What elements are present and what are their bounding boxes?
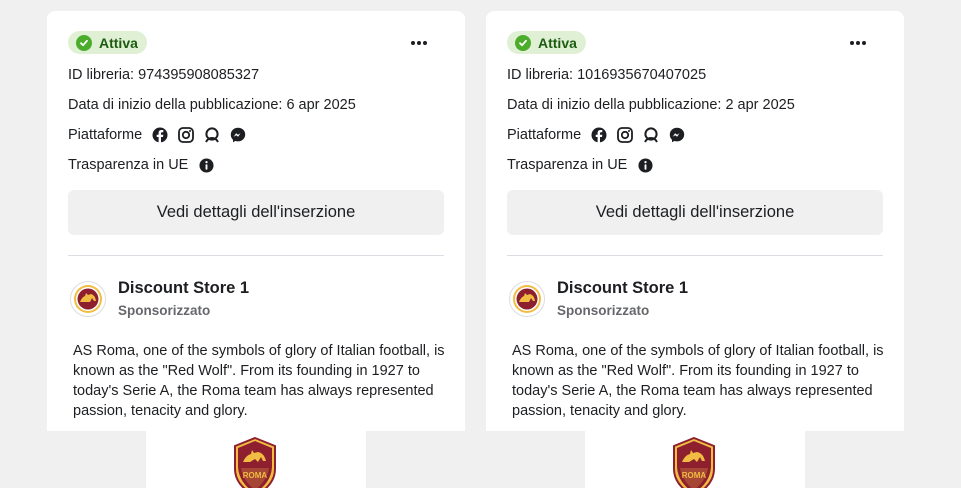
facebook-icon xyxy=(152,127,168,143)
audience-network-icon xyxy=(205,127,220,143)
status-badge: Attiva xyxy=(507,31,586,54)
as-roma-crest: ROMA xyxy=(673,437,715,488)
as-roma-crest: ROMA xyxy=(234,437,276,488)
audience-network-icon xyxy=(644,127,659,143)
eu-transparency-label: Trasparenza in UE xyxy=(68,157,189,173)
info-icon[interactable] xyxy=(638,157,653,173)
divider xyxy=(507,255,883,256)
start-date: Data di inizio della pubblicazione: 2 ap… xyxy=(507,97,795,113)
crest-text: ROMA xyxy=(243,471,268,480)
more-options-icon[interactable] xyxy=(407,31,431,55)
start-date: Data di inizio della pubblicazione: 6 ap… xyxy=(68,97,356,113)
status-row: Attiva xyxy=(68,31,444,55)
messenger-icon xyxy=(230,127,246,143)
status-label: Attiva xyxy=(99,34,138,51)
advertiser-header: Discount Store 1 Sponsorizzato xyxy=(68,277,444,321)
view-ad-details-button[interactable]: Vedi dettagli dell'inserzione xyxy=(68,190,444,235)
more-options-icon[interactable] xyxy=(846,31,870,55)
crest-text: ROMA xyxy=(682,471,707,480)
ad-media[interactable]: ROMA xyxy=(47,431,465,488)
avatar[interactable] xyxy=(70,281,106,317)
view-ad-details-button[interactable]: Vedi dettagli dell'inserzione xyxy=(507,190,883,235)
avatar[interactable] xyxy=(509,281,545,317)
library-id: ID libreria: 974395908085327 xyxy=(68,67,260,83)
facebook-icon xyxy=(591,127,607,143)
sponsored-label: Sponsorizzato xyxy=(118,303,211,318)
info-icon[interactable] xyxy=(199,157,214,173)
status-row: Attiva xyxy=(507,31,883,55)
ad-body-text: AS Roma, one of the symbols of glory of … xyxy=(73,343,445,419)
platforms-label: Piattaforme xyxy=(507,127,582,143)
ad-body-text: AS Roma, one of the symbols of glory of … xyxy=(512,343,884,419)
ad-card: Attiva ID libreria: 1016935670407025 Dat… xyxy=(486,11,904,488)
eu-transparency-label: Trasparenza in UE xyxy=(507,157,628,173)
check-circle-icon xyxy=(76,34,92,51)
advertiser-header: Discount Store 1 Sponsorizzato xyxy=(507,277,883,321)
eu-transparency-row: Trasparenza in UE xyxy=(68,155,214,175)
platforms-label: Piattaforme xyxy=(68,127,143,143)
ad-media[interactable]: ROMA xyxy=(486,431,904,488)
advertiser-name[interactable]: Discount Store 1 xyxy=(118,279,249,298)
messenger-icon xyxy=(669,127,685,143)
check-circle-icon xyxy=(515,34,531,51)
status-label: Attiva xyxy=(538,34,577,51)
platforms-row: Piattaforme xyxy=(507,125,685,145)
eu-transparency-row: Trasparenza in UE xyxy=(507,155,653,175)
ad-card: Attiva ID libreria: 974395908085327 Data… xyxy=(47,11,465,488)
platforms-row: Piattaforme xyxy=(68,125,246,145)
ad-image: ROMA xyxy=(585,431,805,488)
status-badge: Attiva xyxy=(68,31,147,54)
instagram-icon xyxy=(617,127,634,143)
library-id: ID libreria: 1016935670407025 xyxy=(507,67,707,83)
ad-image: ROMA xyxy=(146,431,366,488)
advertiser-name[interactable]: Discount Store 1 xyxy=(557,279,688,298)
instagram-icon xyxy=(178,127,195,143)
divider xyxy=(68,255,444,256)
sponsored-label: Sponsorizzato xyxy=(557,303,650,318)
